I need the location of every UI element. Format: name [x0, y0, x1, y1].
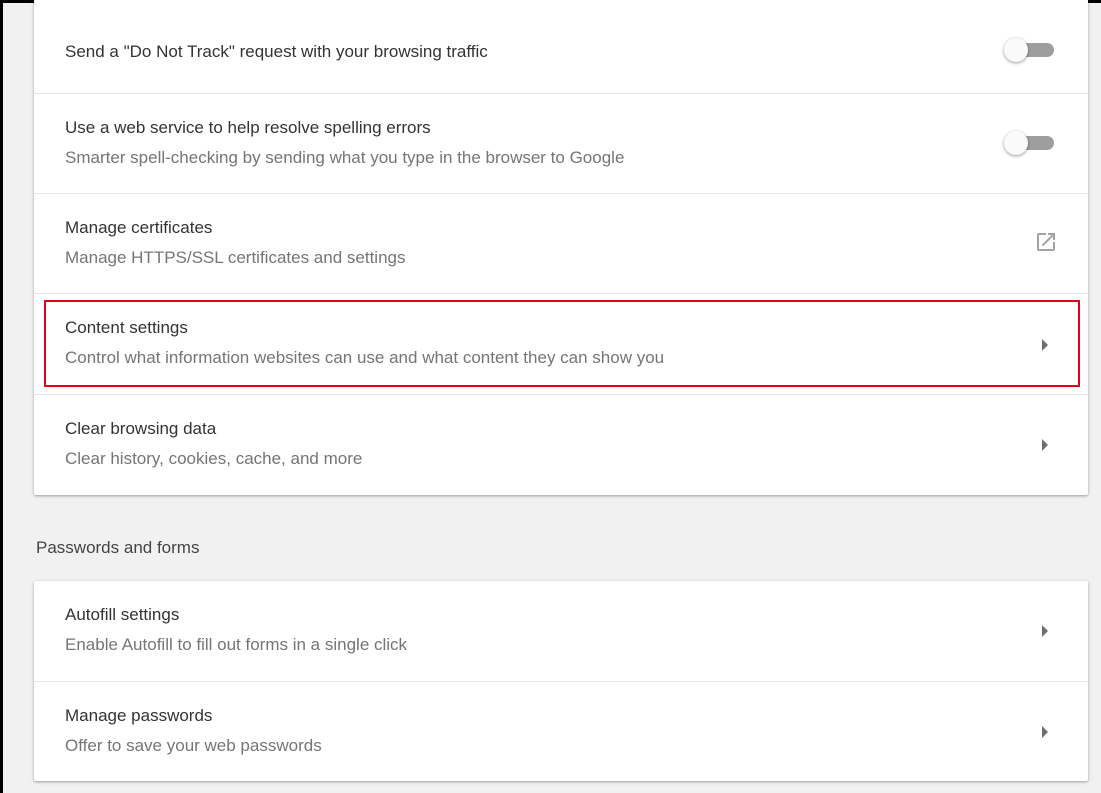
spelling-service-row[interactable]: Use a web service to help resolve spelli…: [34, 93, 1088, 193]
manage-passwords-label: Manage passwords: [65, 706, 213, 725]
manage-certificates-row[interactable]: Manage certificates Manage HTTPS/SSL cer…: [34, 193, 1088, 293]
content-settings-row[interactable]: Content settings Control what informatio…: [34, 293, 1088, 394]
toggle-knob: [1004, 38, 1028, 62]
do-not-track-toggle[interactable]: [1004, 38, 1054, 62]
arrow-right-icon[interactable]: [1042, 339, 1048, 351]
settings-page: Send a "Do Not Track" request with your …: [0, 0, 1101, 793]
manage-passwords-description: Offer to save your web passwords: [65, 736, 322, 755]
clear-browsing-data-row[interactable]: Clear browsing data Clear history, cooki…: [34, 394, 1088, 495]
manage-certificates-label: Manage certificates: [65, 218, 213, 237]
content-settings-label: Content settings: [65, 318, 188, 337]
arrow-right-icon[interactable]: [1042, 625, 1048, 637]
arrow-right-icon[interactable]: [1042, 726, 1048, 738]
spelling-service-toggle[interactable]: [1004, 131, 1054, 155]
clear-browsing-data-description: Clear history, cookies, cache, and more: [65, 449, 363, 468]
do-not-track-row[interactable]: Send a "Do Not Track" request with your …: [34, 0, 1088, 93]
content-settings-description: Control what information websites can us…: [65, 348, 665, 367]
clear-browsing-data-label: Clear browsing data: [65, 419, 217, 438]
external-link-icon[interactable]: [1034, 230, 1058, 254]
autofill-settings-label: Autofill settings: [65, 605, 180, 624]
arrow-right-icon[interactable]: [1042, 439, 1048, 451]
spelling-service-label: Use a web service to help resolve spelli…: [65, 118, 431, 137]
do-not-track-label: Send a "Do Not Track" request with your …: [65, 42, 488, 61]
manage-passwords-row[interactable]: Manage passwords Offer to save your web …: [34, 681, 1088, 781]
autofill-settings-row[interactable]: Autofill settings Enable Autofill to fil…: [34, 581, 1088, 681]
toggle-knob: [1004, 131, 1028, 155]
spelling-service-description: Smarter spell-checking by sending what y…: [65, 148, 625, 167]
privacy-settings-card: Send a "Do Not Track" request with your …: [34, 0, 1088, 495]
manage-certificates-description: Manage HTTPS/SSL certificates and settin…: [65, 248, 406, 267]
passwords-forms-card: Autofill settings Enable Autofill to fil…: [34, 581, 1088, 781]
autofill-settings-description: Enable Autofill to fill out forms in a s…: [65, 635, 408, 654]
passwords-section-heading: Passwords and forms: [36, 538, 200, 557]
